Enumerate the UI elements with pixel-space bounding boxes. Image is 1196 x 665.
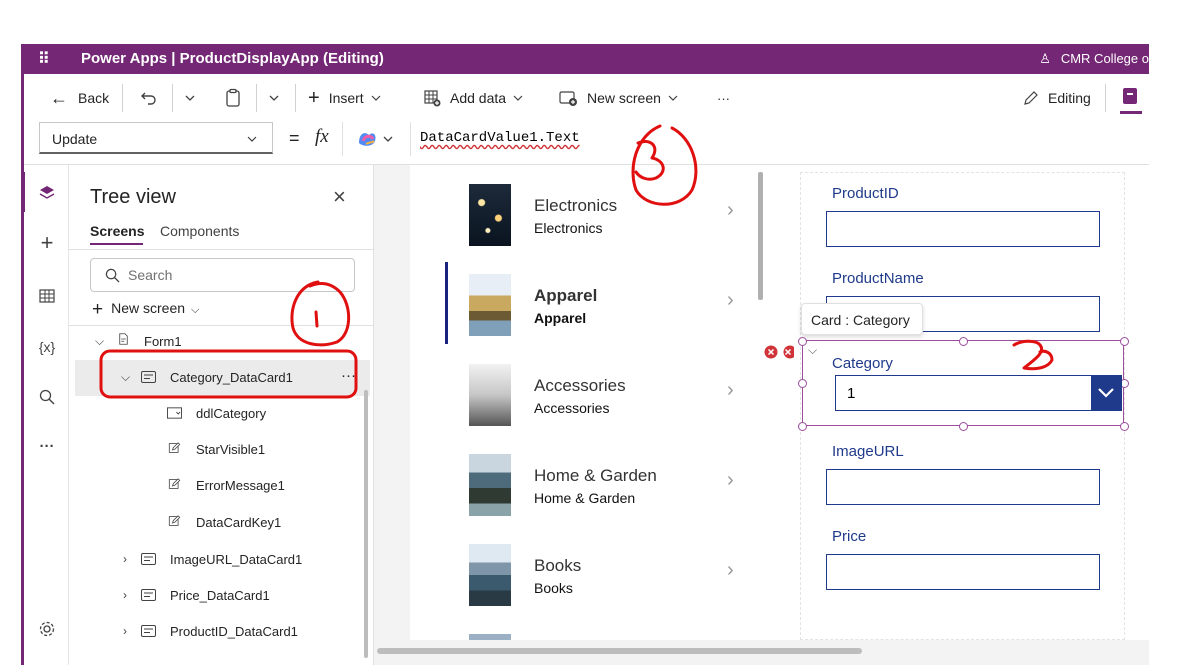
annotation-highlight-box	[99, 349, 358, 399]
annotation-digit-2	[1012, 339, 1054, 371]
annotation-circle-3	[631, 124, 698, 206]
annotation-circle-1	[290, 280, 351, 347]
annotation-digit-1	[314, 310, 319, 328]
annotation-layer	[99, 124, 1054, 399]
